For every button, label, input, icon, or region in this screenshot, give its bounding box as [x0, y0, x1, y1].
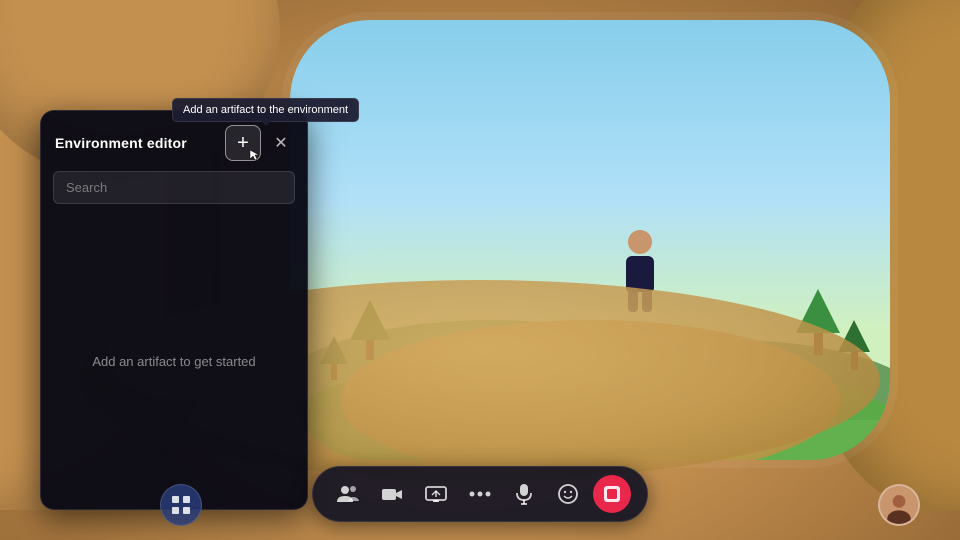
toolbar-mic-button[interactable]	[505, 475, 543, 513]
cursor-icon	[248, 148, 262, 162]
search-bar	[53, 171, 295, 204]
panel-content: Add an artifact to get started	[41, 214, 307, 509]
screen-icon	[425, 485, 447, 503]
header-actions: + ✕	[225, 125, 293, 161]
toolbar-emoji-button[interactable]	[549, 475, 587, 513]
user-avatar-button[interactable]	[878, 484, 920, 526]
camera-icon	[381, 485, 403, 503]
add-artifact-button[interactable]: +	[225, 125, 261, 161]
environment-editor-panel: Environment editor + ✕ Add an artifact t…	[40, 110, 308, 510]
search-input[interactable]	[53, 171, 295, 204]
panel-header: Environment editor + ✕	[41, 111, 307, 171]
emoji-icon	[557, 483, 579, 505]
toolbar-artifact-button[interactable]	[593, 475, 631, 513]
panel-title: Environment editor	[55, 135, 187, 151]
empty-message: Add an artifact to get started	[92, 354, 255, 369]
grid-button[interactable]	[160, 484, 202, 526]
user-avatar-icon	[880, 484, 918, 526]
toolbar-more-button[interactable]	[461, 475, 499, 513]
avatar-head	[628, 230, 652, 254]
toolbar-screen-button[interactable]	[417, 475, 455, 513]
close-panel-button[interactable]: ✕	[269, 131, 293, 155]
toolbar	[312, 466, 648, 522]
toolbar-people-button[interactable]	[329, 475, 367, 513]
people-icon	[337, 484, 359, 504]
mic-icon	[515, 483, 533, 505]
grid-icon	[170, 494, 192, 516]
more-icon	[469, 490, 491, 498]
close-icon: ✕	[274, 133, 287, 153]
artifact-icon	[602, 484, 622, 504]
toolbar-camera-button[interactable]	[373, 475, 411, 513]
